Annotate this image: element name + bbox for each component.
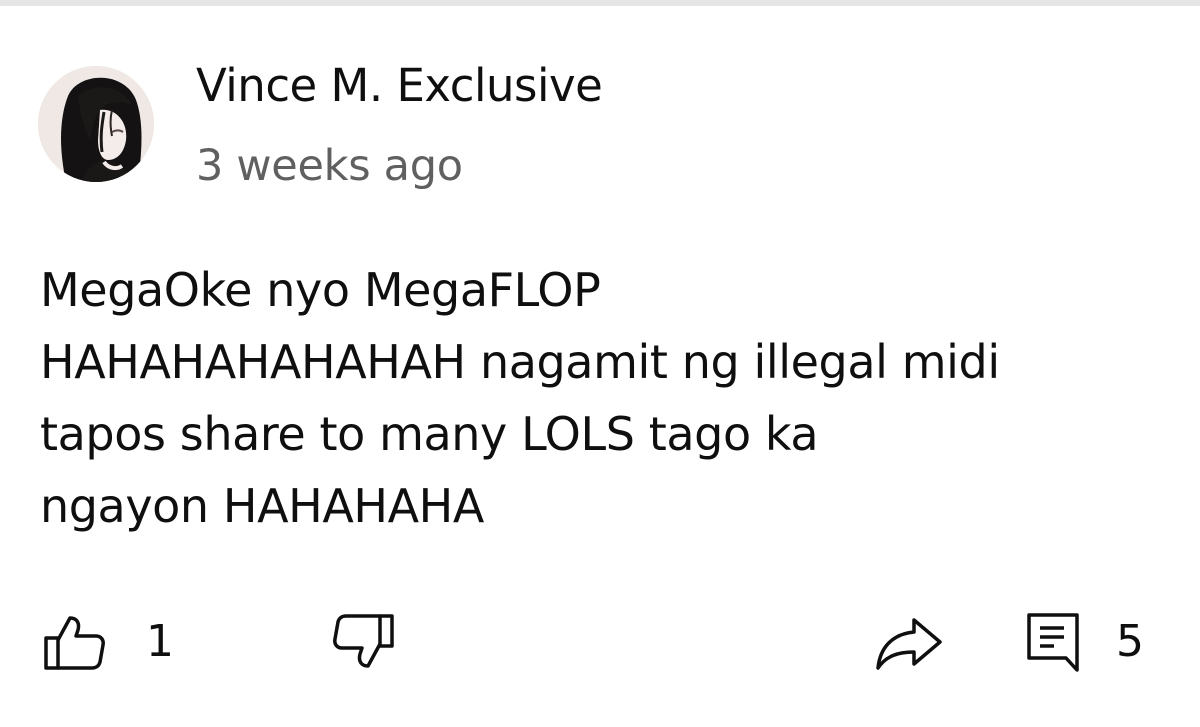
comment-text-line: MegaOke nyo MegaFLOP — [40, 263, 601, 317]
comment-text-line: tapos share to many LOLS tago ka — [40, 407, 819, 461]
comment-timestamp[interactable]: 3 weeks ago — [196, 138, 463, 194]
like-button[interactable] — [40, 612, 106, 672]
comment-text-line: ngayon HAHAHAHA — [40, 479, 484, 533]
comment-author[interactable]: Vince M. Exclusive — [196, 58, 603, 114]
comment-text-line: HAHAHAHAHAHAH nagamit ng illegal midi — [40, 335, 1000, 389]
reply-button[interactable] — [1024, 610, 1082, 674]
avatar[interactable] — [38, 66, 154, 182]
comment-text: MegaOke nyo MegaFLOP HAHAHAHAHAHAH nagam… — [40, 254, 1160, 542]
thumbs-up-icon — [44, 616, 105, 670]
share-button[interactable] — [874, 612, 944, 672]
thumbs-down-icon — [333, 614, 394, 668]
share-arrow-icon — [876, 618, 942, 670]
reply-count[interactable]: 5 — [1116, 612, 1144, 672]
comment-icon — [1027, 613, 1079, 672]
like-count: 1 — [146, 616, 174, 667]
user-avatar-icon — [38, 66, 154, 182]
top-divider — [0, 0, 1200, 6]
dislike-button[interactable] — [332, 612, 398, 672]
